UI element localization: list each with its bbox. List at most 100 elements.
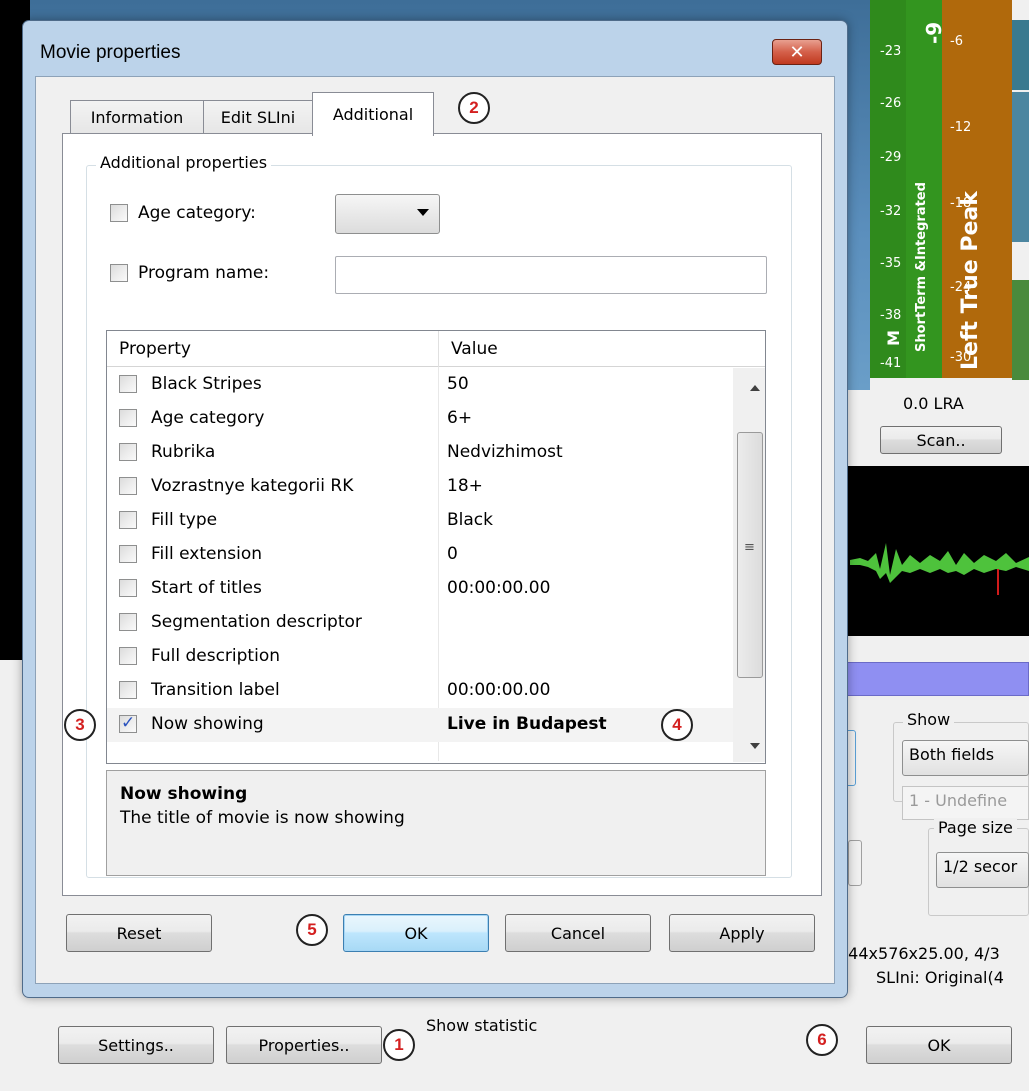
waveform-signal: [850, 543, 1029, 595]
row-checkbox[interactable]: [119, 613, 137, 631]
tab-information[interactable]: Information: [70, 100, 204, 134]
apply-button[interactable]: Apply: [669, 914, 815, 952]
meter-tick: -23: [880, 44, 902, 59]
property-row[interactable]: Full description: [107, 640, 733, 674]
meter-tick: -41: [880, 356, 902, 371]
row-checkbox[interactable]: [119, 443, 137, 461]
callout-badge-3: 3: [64, 709, 96, 741]
meter-tick: -6: [950, 34, 963, 49]
row-checkbox[interactable]: [119, 579, 137, 597]
row-checkbox[interactable]: [119, 713, 137, 733]
property-name: Transition label: [151, 680, 280, 700]
property-row[interactable]: Rubrika Nedvizhimost: [107, 436, 733, 470]
property-name: Age category: [151, 408, 265, 428]
property-row-selected[interactable]: Now showing Live in Budapest: [107, 708, 733, 742]
reset-button[interactable]: Reset: [66, 914, 212, 952]
property-value[interactable]: 6+: [447, 408, 472, 428]
property-value[interactable]: 50: [447, 374, 469, 394]
property-row[interactable]: Age category 6+: [107, 402, 733, 436]
property-row[interactable]: Segmentation descriptor: [107, 606, 733, 640]
page-size-dropdown[interactable]: 1/2 secor: [936, 852, 1029, 888]
program-name-label: Program name:: [138, 263, 270, 283]
age-category-dropdown[interactable]: [335, 194, 440, 234]
callout-badge-6: 6: [806, 1024, 838, 1056]
row-checkbox[interactable]: [119, 545, 137, 563]
page-size-label: Page size: [934, 818, 1017, 837]
settings-button[interactable]: Settings..: [58, 1026, 214, 1064]
meter-label-peak: Left True Peak: [958, 191, 983, 370]
cancel-button[interactable]: Cancel: [505, 914, 651, 952]
row-checkbox[interactable]: [119, 681, 137, 699]
property-name: Now showing: [151, 714, 264, 734]
meter-tick: -32: [880, 204, 902, 219]
age-category-label: Age category:: [138, 203, 256, 223]
callout-badge-5: 5: [296, 914, 328, 946]
property-name: Rubrika: [151, 442, 216, 462]
main-ok-button[interactable]: OK: [866, 1026, 1012, 1064]
property-row[interactable]: Vozrastnye kategorii RK 18+: [107, 470, 733, 504]
description-title: Now showing: [120, 784, 248, 804]
meter-tick: -26: [880, 96, 902, 111]
property-row[interactable]: Start of titles 00:00:00.00: [107, 572, 733, 606]
property-value[interactable]: 18+: [447, 476, 483, 496]
meter-label-shortterm: ShortTerm &Integrated: [914, 182, 929, 352]
undefined-dropdown[interactable]: 1 - Undefine: [902, 786, 1029, 820]
scrollbar-thumb[interactable]: [737, 432, 763, 678]
lra-readout: 0.0 LRA: [903, 394, 964, 413]
meter-top-value: -9: [922, 21, 946, 44]
property-name: Fill extension: [151, 544, 262, 564]
grid-header: Property Value: [107, 331, 765, 367]
property-name: Vozrastnye kategorii RK: [151, 476, 354, 496]
tab-edit-slini[interactable]: Edit SLIni: [203, 100, 313, 134]
show-dropdown[interactable]: Both fields: [902, 740, 1029, 776]
column-header-property[interactable]: Property: [119, 339, 191, 359]
row-checkbox[interactable]: [119, 375, 137, 393]
description-text: The title of movie is now showing: [120, 808, 405, 828]
thumbnail-2[interactable]: [1012, 92, 1029, 242]
slini-info: SLIni: Original(4: [876, 968, 1004, 987]
timeline-bar[interactable]: [845, 662, 1029, 696]
grip-icon: ≡: [744, 540, 755, 555]
property-value[interactable]: Nedvizhimost: [447, 442, 563, 462]
age-category-checkbox[interactable]: [110, 204, 128, 222]
scroll-down-icon[interactable]: [750, 743, 760, 749]
row-checkbox[interactable]: [119, 477, 137, 495]
property-row[interactable]: Fill type Black: [107, 504, 733, 538]
property-name: Fill type: [151, 510, 218, 530]
tab-additional[interactable]: Additional: [312, 92, 434, 136]
callout-badge-4: 4: [661, 709, 693, 741]
program-name-checkbox[interactable]: [110, 264, 128, 282]
column-header-value[interactable]: Value: [451, 339, 498, 359]
property-row[interactable]: Fill extension 0: [107, 538, 733, 572]
callout-badge-1: 1: [383, 1029, 415, 1061]
meter-tick: -29: [880, 150, 902, 165]
properties-button[interactable]: Properties..: [226, 1026, 382, 1064]
column-divider[interactable]: [438, 331, 439, 367]
property-value[interactable]: Live in Budapest: [447, 714, 607, 734]
property-value[interactable]: 00:00:00.00: [447, 578, 550, 598]
property-value[interactable]: 00:00:00.00: [447, 680, 550, 700]
property-name: Start of titles: [151, 578, 262, 598]
meter-tick: -38: [880, 308, 902, 323]
thumbnail-1[interactable]: [1012, 20, 1029, 90]
scroll-up-icon[interactable]: [750, 385, 760, 391]
property-value[interactable]: Black: [447, 510, 493, 530]
thumbnail-3[interactable]: [1012, 280, 1029, 380]
scan-button[interactable]: Scan..: [880, 426, 1002, 454]
property-row[interactable]: Transition label 00:00:00.00: [107, 674, 733, 708]
property-value[interactable]: 0: [447, 544, 458, 564]
row-checkbox[interactable]: [119, 647, 137, 665]
meter-tick: -12: [950, 120, 972, 135]
show-statistic-label[interactable]: Show statistic: [426, 1016, 537, 1035]
resolution-info: 544x576x25.00, 4/3: [838, 944, 1000, 963]
property-name: Segmentation descriptor: [151, 612, 362, 632]
property-row[interactable]: Black Stripes 50: [107, 368, 733, 402]
group-label: Additional properties: [96, 153, 272, 172]
side-control[interactable]: [848, 840, 862, 886]
program-name-input[interactable]: [335, 256, 767, 294]
row-checkbox[interactable]: [119, 511, 137, 529]
meter-tick: -35: [880, 256, 902, 271]
ok-button[interactable]: OK: [343, 914, 489, 952]
close-icon[interactable]: ✕: [772, 39, 822, 65]
row-checkbox[interactable]: [119, 409, 137, 427]
